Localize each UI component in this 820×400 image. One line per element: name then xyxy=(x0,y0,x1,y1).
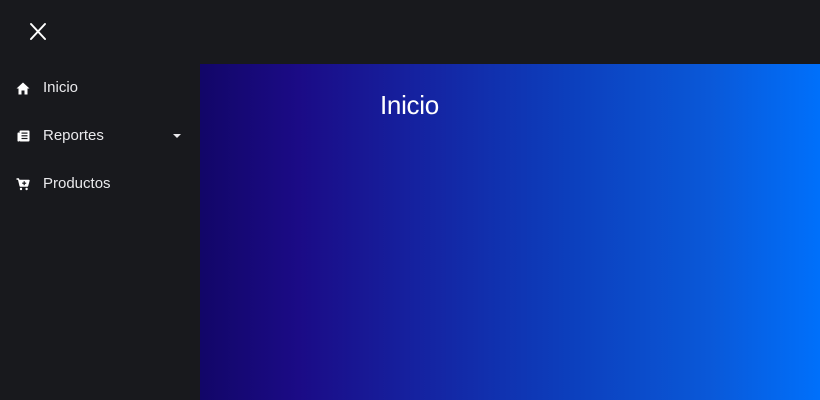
sidebar-item-inicio[interactable]: Inicio xyxy=(0,64,200,112)
sidebar-item-label: Inicio xyxy=(43,79,79,96)
sidebar-item-productos[interactable]: Productos xyxy=(0,160,200,208)
sidebar-item-label: Productos xyxy=(43,175,111,192)
close-menu-button[interactable] xyxy=(24,18,52,46)
sidebar: Inicio Reportes Productos xyxy=(0,64,200,400)
home-icon xyxy=(16,81,30,95)
newspaper-icon xyxy=(16,129,30,143)
top-bar xyxy=(0,0,820,64)
sidebar-item-label: Reportes xyxy=(43,127,104,144)
sidebar-item-reportes[interactable]: Reportes xyxy=(0,112,200,160)
cart-plus-icon xyxy=(16,177,30,191)
close-icon xyxy=(30,23,46,40)
page-title: Inicio xyxy=(380,90,439,120)
app-window: Inicio Reportes Productos Inicio xyxy=(0,0,820,400)
chevron-down-icon[interactable] xyxy=(173,134,181,138)
main-content: Inicio xyxy=(200,64,820,400)
